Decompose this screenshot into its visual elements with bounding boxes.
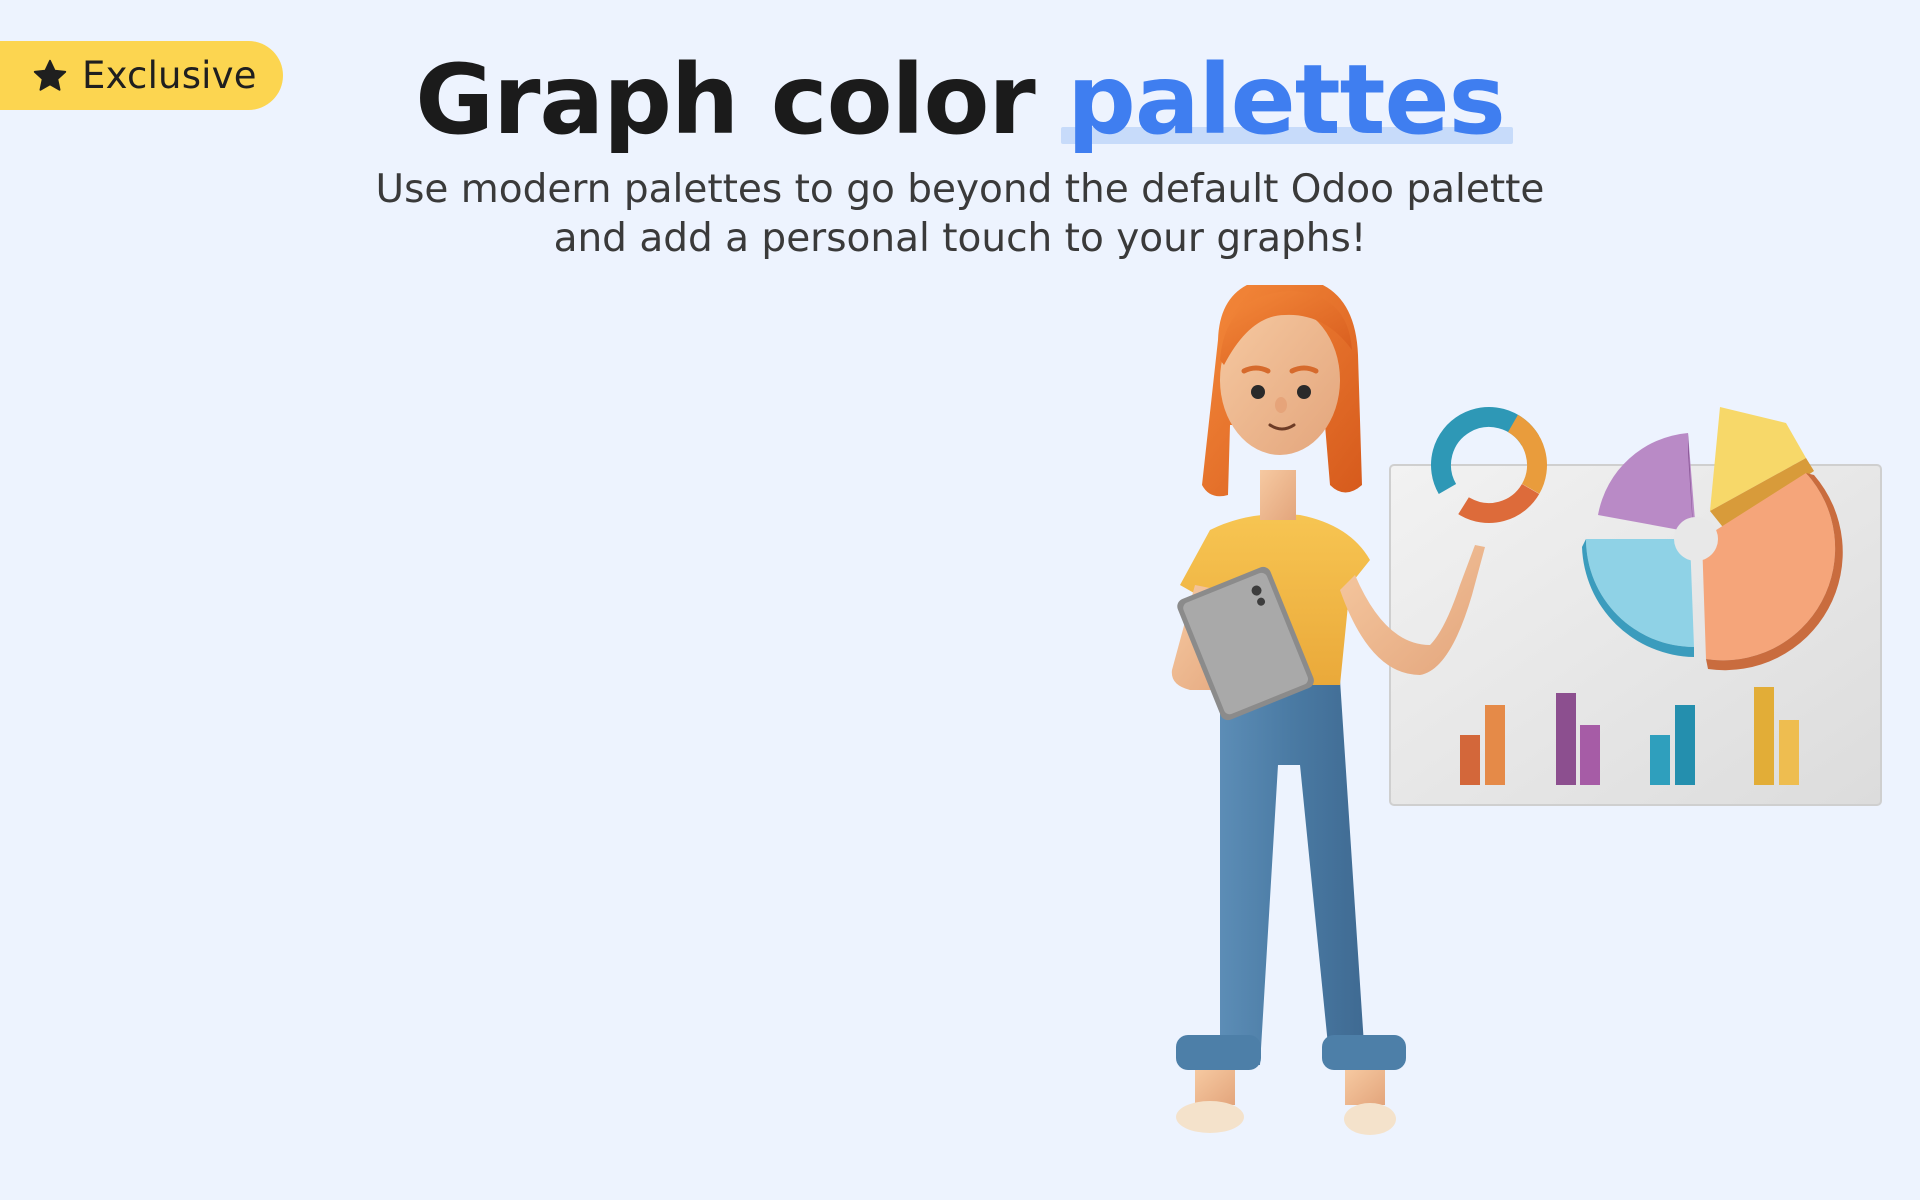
title-accent: palettes	[1061, 42, 1513, 158]
title-main: Graph color	[415, 44, 1068, 156]
illustration-svg	[1171, 276, 1882, 1135]
page-title: Graph color palettes	[0, 42, 1920, 158]
title-accent-text: palettes	[1067, 44, 1506, 156]
presenter-illustration	[1100, 276, 1900, 1160]
subtitle-line-2: and add a personal touch to your graphs!	[553, 216, 1367, 261]
page-subtitle: Use modern palettes to go beyond the def…	[0, 165, 1920, 263]
subtitle-line-1: Use modern palettes to go beyond the def…	[375, 167, 1545, 212]
